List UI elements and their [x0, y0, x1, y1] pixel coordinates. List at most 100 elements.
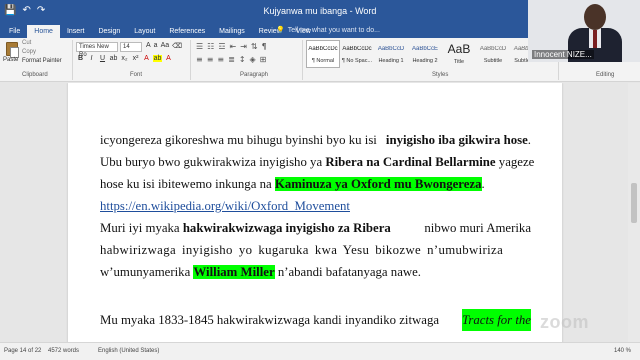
font-size-select[interactable]: 14 — [120, 42, 142, 52]
decrease-indent-icon[interactable]: ⇤ — [230, 42, 237, 51]
word-count[interactable]: 4572 words — [48, 348, 79, 354]
font-style-buttons: B I U ab x₂ x² A ab A — [76, 55, 173, 62]
paragraph-3[interactable]: Mu myaka 1833-1845 hakwirakwizwaga kandi… — [100, 309, 531, 331]
highlight-color-button[interactable]: ab — [153, 55, 162, 62]
bold-run: inyigisho iba gikwira hose — [385, 133, 528, 147]
scroll-thumb[interactable] — [631, 183, 637, 223]
style-preview: AaBbCcDc — [342, 46, 372, 52]
highlighted-run: Kaminuza ya Oxford mu Bwongereza — [274, 177, 482, 191]
text-line: habwirizwaga inyigisho yo kugaruka kwa Y… — [100, 243, 504, 257]
multilevel-list-icon[interactable]: ☲ — [218, 42, 225, 51]
format-painter-button[interactable]: Format Painter — [22, 58, 62, 64]
justify-icon[interactable]: ≣ — [228, 55, 235, 64]
paragraph-row-bottom: ≡ ≡ ≡ ≣ ↕ ◈ ⊞ — [196, 55, 266, 64]
style-name: Subtitle — [483, 58, 503, 64]
style-subtitle[interactable]: AaBbCcD Subtitle — [476, 40, 510, 68]
text-line: https://en.wikipedia.org/wiki/Oxford_Mov… — [100, 195, 531, 217]
tab-home[interactable]: Home — [27, 25, 60, 38]
tab-insert[interactable]: Insert — [60, 25, 92, 38]
text-run: Mu myaka 1833-1845 hakwirakwizwaga kandi… — [100, 313, 440, 327]
style-title[interactable]: AaB Title — [442, 40, 476, 68]
text-line: Muri iyi myaka hakwirakwizwaga inyigisho… — [100, 217, 531, 239]
text-line: Ubu buryo bwo gukwirakwiza inyigisho ya … — [100, 151, 534, 173]
tab-file[interactable]: File — [2, 25, 27, 38]
page-indicator[interactable]: Page 14 of 22 — [4, 348, 41, 354]
bold-button[interactable]: B — [76, 55, 85, 62]
group-divider — [302, 40, 303, 80]
text-line: icyongereza gikoreshwa mu bihugu byinshi… — [100, 129, 531, 151]
editing-group-label: Editing — [596, 72, 615, 78]
text-run: w’umunyamerika — [100, 265, 194, 279]
paste-label: Paste — [3, 57, 19, 63]
style-name: Title — [453, 59, 465, 65]
lightbulb-icon: 💡 — [276, 27, 285, 34]
style-preview: AaBbCcDc — [308, 46, 338, 52]
align-left-icon[interactable]: ≡ — [196, 55, 203, 64]
clipboard-icon — [6, 42, 19, 58]
copy-button[interactable]: Copy — [22, 49, 36, 55]
tab-references[interactable]: References — [162, 25, 212, 38]
style-preview: AaBbCcE — [411, 46, 438, 52]
numbering-icon[interactable]: ☷ — [207, 42, 214, 51]
group-divider — [190, 40, 191, 80]
language-indicator[interactable]: English (United States) — [98, 348, 159, 354]
text-line: hose ku isi ibitewemo inkunga na Kaminuz… — [100, 173, 531, 195]
align-right-icon[interactable]: ≡ — [217, 55, 224, 64]
clear-format-icon[interactable]: ⌫ — [172, 42, 182, 50]
line-spacing-icon[interactable]: ↕ — [239, 55, 246, 64]
strikethrough-button[interactable]: ab — [109, 55, 118, 62]
tab-mailings[interactable]: Mailings — [212, 25, 252, 38]
tab-design[interactable]: Design — [91, 25, 127, 38]
text-run: . — [527, 133, 531, 147]
vertical-scrollbar[interactable] — [628, 83, 640, 342]
font-color-button[interactable]: A — [164, 55, 173, 62]
style-normal[interactable]: AaBbCcDc ¶ Normal — [306, 40, 340, 68]
style-name: Heading 1 — [378, 58, 404, 64]
sort-icon[interactable]: ⇅ — [251, 42, 258, 51]
tell-me-search[interactable]: 💡 Tell me what you want to do... — [276, 26, 380, 35]
superscript-button[interactable]: x² — [131, 55, 140, 62]
webcam-video: Innocent NIZE... — [528, 0, 640, 62]
show-marks-icon[interactable]: ¶ — [262, 42, 267, 51]
cut-button[interactable]: Cut — [22, 40, 31, 46]
bold-run: Ribera na Cardinal Bellarmine — [325, 155, 496, 169]
style-heading-1[interactable]: AaBbCcD Heading 1 — [374, 40, 408, 68]
change-case-button[interactable]: Aa — [161, 42, 170, 50]
shading-icon[interactable]: ◈ — [250, 55, 256, 64]
paragraph-2[interactable]: Muri iyi myaka hakwirakwizwaga inyigisho… — [100, 217, 531, 283]
document-page: icyongereza gikoreshwa mu bihugu byinshi… — [68, 83, 562, 342]
text-run: Ubu buryo bwo gukwirakwiza inyigisho ya — [100, 155, 326, 169]
shrink-font-button[interactable]: a — [154, 42, 158, 50]
bullets-icon[interactable]: ☰ — [196, 42, 203, 51]
subscript-button[interactable]: x₂ — [120, 55, 129, 62]
style-no-spacing[interactable]: AaBbCcDc ¶ No Spac... — [340, 40, 374, 68]
text-run: yageze — [495, 155, 535, 169]
text-line: w’umunyamerika William Miller n’abandi b… — [100, 261, 531, 283]
paragraph-group-label: Paragraph — [240, 72, 269, 78]
style-heading-2[interactable]: AaBbCcE Heading 2 — [408, 40, 442, 68]
increase-indent-icon[interactable]: ⇥ — [240, 42, 247, 51]
paragraph-1[interactable]: icyongereza gikoreshwa mu bihugu byinshi… — [100, 129, 534, 217]
bold-run: hakwirakwizwaga inyigisho za Ribera — [182, 221, 391, 235]
participant-name: Innocent NIZE... — [532, 50, 594, 59]
clipboard-group-label: Clipboard — [22, 72, 48, 78]
hyperlink[interactable]: https://en.wikipedia.org/wiki/Oxford_Mov… — [100, 199, 350, 213]
style-preview: AaB — [447, 42, 471, 56]
document-area: icyongereza gikoreshwa mu bihugu byinshi… — [0, 83, 640, 342]
italic-button[interactable]: I — [87, 55, 96, 62]
borders-icon[interactable]: ⊞ — [260, 55, 267, 64]
font-size-buttons: A a Aa ⌫ — [146, 42, 182, 50]
tab-layout[interactable]: Layout — [127, 25, 162, 38]
text-effects-button[interactable]: A — [142, 55, 151, 62]
text-line: Mu myaka 1833-1845 hakwirakwizwaga kandi… — [100, 309, 531, 331]
style-preview: AaBbCcD — [377, 46, 405, 52]
grow-font-button[interactable]: A — [146, 42, 151, 50]
align-center-icon[interactable]: ≡ — [207, 55, 214, 64]
font-family-select[interactable]: Times New Ro — [76, 42, 118, 58]
underline-button[interactable]: U — [98, 55, 107, 62]
font-group-label: Font — [130, 72, 143, 78]
zoom-watermark: zoom — [540, 312, 589, 332]
participant-head — [584, 4, 606, 30]
paragraph-row-top: ☰ ☷ ☲ ⇤ ⇥ ⇅ ¶ — [196, 42, 267, 51]
zoom-level[interactable]: 140 % — [614, 348, 631, 354]
